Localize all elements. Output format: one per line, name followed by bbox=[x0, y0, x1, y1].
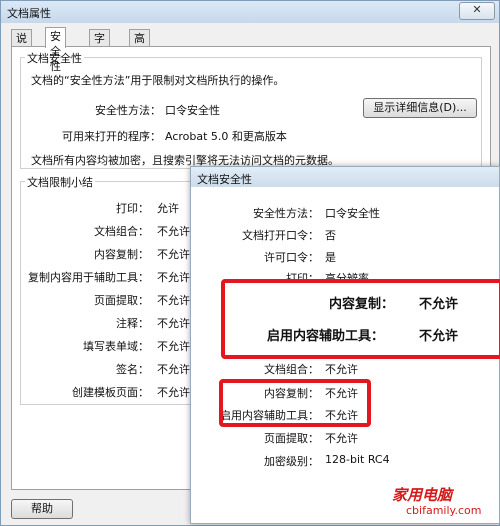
detail-value-permission-password: 是 bbox=[325, 251, 336, 264]
restriction-label-page-extract: 页面提取： bbox=[94, 294, 149, 307]
detail-value-open-password: 否 bbox=[325, 229, 336, 242]
restriction-value-print: 允许 bbox=[157, 202, 179, 215]
detail-value-encryption: 128-bit RC4 bbox=[325, 453, 390, 466]
title-bar: 文档属性 ✕ bbox=[1, 1, 499, 23]
restriction-value-accessibility: 不允许 bbox=[157, 271, 190, 284]
zoom-value-copy: 不允许 bbox=[419, 297, 459, 312]
restriction-value-form-fill: 不允许 bbox=[157, 340, 190, 353]
tab-security[interactable]: 安全性 bbox=[45, 27, 66, 73]
dialog-title: 文档安全性 bbox=[197, 173, 252, 186]
zoom-label-copy: 内容复制： bbox=[329, 297, 395, 312]
security-details-dialog: 文档安全性 安全性方法： 口令安全性 文档打开口令： 否 许可口令： 是 打印：… bbox=[190, 166, 500, 524]
watermark-brand: 家用电脑 bbox=[392, 486, 453, 504]
detail-value-assembly: 不允许 bbox=[325, 363, 358, 376]
help-button[interactable]: 帮助 bbox=[11, 499, 73, 519]
restriction-value-signing: 不允许 bbox=[157, 363, 190, 376]
detail-label-page-extract: 页面提取： bbox=[264, 432, 319, 445]
restriction-label-assembly: 文档组合： bbox=[94, 225, 149, 238]
security-method-value: 口令安全性 bbox=[165, 104, 220, 117]
tab-fonts[interactable]: 字体 bbox=[89, 29, 110, 60]
zoom-highlight-box: 内容复制： 不允许 启用内容辅助工具： 不允许 bbox=[221, 279, 500, 359]
restriction-label-comments: 注释： bbox=[116, 317, 149, 330]
restriction-label-template: 创建模板页面： bbox=[72, 386, 149, 399]
security-method-label: 安全性方法： bbox=[95, 104, 161, 117]
restriction-label-form-fill: 填写表单域： bbox=[83, 340, 149, 353]
detail-label-assembly: 文档组合： bbox=[264, 363, 319, 376]
site-watermark: 家用电脑 cbifamily.com bbox=[392, 476, 496, 522]
tab-advanced[interactable]: 高级 bbox=[129, 29, 150, 60]
dialog-title-bar: 文档安全性 bbox=[191, 167, 499, 187]
security-description: 文档的“安全性方法”用于限制对文档所执行的操作。 bbox=[31, 74, 285, 87]
restriction-value-comments: 不允许 bbox=[157, 317, 190, 330]
restriction-label-signing: 签名： bbox=[116, 363, 149, 376]
openable-program-value: Acrobat 5.0 和更高版本 bbox=[165, 130, 287, 143]
security-group: 文档安全性 文档的“安全性方法”用于限制对文档所执行的操作。 安全性方法： 口令… bbox=[20, 50, 482, 169]
show-details-button[interactable]: 显示详细信息(D)... bbox=[363, 98, 477, 118]
watermark-url: cbifamily.com bbox=[406, 504, 482, 517]
restriction-value-assembly: 不允许 bbox=[157, 225, 190, 238]
restriction-value-copy: 不允许 bbox=[157, 248, 190, 261]
close-button[interactable]: ✕ bbox=[459, 2, 495, 20]
openable-program-label: 可用来打开的程序： bbox=[62, 130, 161, 143]
detail-label-permission-password: 许可口令： bbox=[264, 251, 319, 264]
zoom-value-accessibility: 不允许 bbox=[419, 329, 459, 344]
detail-value-method: 口令安全性 bbox=[325, 207, 380, 220]
restriction-label-copy: 内容复制： bbox=[94, 248, 149, 261]
restrictions-group-label: 文档限制小结 bbox=[25, 174, 95, 190]
window-title: 文档属性 bbox=[7, 7, 51, 20]
restriction-value-page-extract: 不允许 bbox=[157, 294, 190, 307]
detail-value-page-extract: 不允许 bbox=[325, 432, 358, 445]
detail-label-method: 安全性方法： bbox=[253, 207, 319, 220]
zoom-label-accessibility: 启用内容辅助工具： bbox=[267, 329, 385, 344]
restriction-label-accessibility: 复制内容用于辅助工具： bbox=[28, 271, 149, 284]
row-highlight-box bbox=[219, 379, 371, 427]
restriction-label-print: 打印： bbox=[116, 202, 149, 215]
restriction-value-template: 不允许 bbox=[157, 386, 190, 399]
detail-label-open-password: 文档打开口令： bbox=[242, 229, 319, 242]
detail-label-encryption: 加密级别： bbox=[264, 455, 319, 468]
tab-description[interactable]: 说明 bbox=[11, 29, 32, 60]
